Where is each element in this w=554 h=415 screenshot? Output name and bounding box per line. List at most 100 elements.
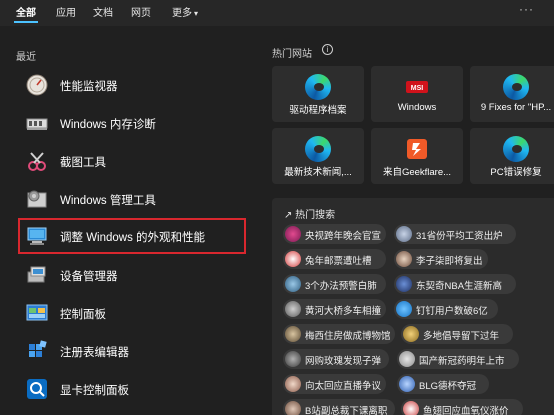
top-sites-title: 热门网站 <box>272 49 312 60</box>
site-name: 最新技术新闻,... <box>284 167 352 178</box>
edge-icon <box>305 74 331 100</box>
info-icon[interactable]: i <box>322 44 333 55</box>
tab-more[interactable]: 更多 ▾ <box>172 4 198 19</box>
hot-search-chip[interactable]: 央视跨年晚会官宣 <box>283 224 386 244</box>
site-tile[interactable]: 最新技术新闻,... <box>272 128 364 184</box>
edge-icon <box>305 136 331 162</box>
hot-search-chip[interactable]: 31省份平均工资出炉 <box>394 224 516 244</box>
hot-search-chip[interactable]: 国产新冠药明年上市 <box>397 349 519 369</box>
app-item-control-panel[interactable]: 控制面板 <box>18 296 246 330</box>
hot-thumb-icon <box>285 351 301 367</box>
app-label: 截图工具 <box>60 157 106 169</box>
hot-search-chip[interactable]: B站副总裁下课离职 <box>283 399 395 415</box>
hot-search-text: 黄河大桥多车相撞 <box>305 306 382 317</box>
app-label: Windows 管理工具 <box>60 195 156 207</box>
msi-logo-icon: MSI <box>406 81 428 93</box>
app-item-admin-tools[interactable]: Windows 管理工具 <box>18 182 246 216</box>
hot-search-text: 钉钉用户数破6亿 <box>416 306 488 317</box>
app-label: 调整 Windows 的外观和性能 <box>60 232 206 244</box>
hot-search-chip[interactable]: 梅西住房做成博物馆 <box>283 324 395 344</box>
hot-search-text: B站副总裁下课离职 <box>305 406 388 415</box>
hot-search-chip[interactable]: 黄河大桥多车相撞 <box>283 299 386 319</box>
site-tile[interactable]: PC错误修复 <box>470 128 554 184</box>
hot-thumb-icon <box>285 301 301 317</box>
performance-options-icon <box>27 227 47 245</box>
hot-search-text: 央视跨年晚会官宣 <box>305 231 382 242</box>
site-name: Windows <box>397 102 437 113</box>
hot-search-chip[interactable]: BLG德杯夺冠 <box>397 374 489 394</box>
app-item-performance-monitor[interactable]: 性能监视器 <box>18 68 246 102</box>
hot-thumb-icon <box>399 376 415 392</box>
hot-search-chip[interactable]: 东契奇NBA生涯新高 <box>394 274 516 294</box>
hot-thumb-icon <box>285 226 301 242</box>
hot-search-chip[interactable]: 李子柒即将复出 <box>394 249 488 269</box>
site-name: PC错误修复 <box>490 167 542 178</box>
hot-search-title: 热门搜索 <box>295 210 336 221</box>
hot-thumb-icon <box>396 276 412 292</box>
hot-thumb-icon <box>399 351 415 367</box>
app-item-snipping-tool[interactable]: 截图工具 <box>18 144 246 178</box>
site-tile[interactable]: 驱动程序档案 <box>272 66 364 122</box>
app-item-registry-editor[interactable]: 注册表编辑器 <box>18 334 246 368</box>
hot-search-text: 东契奇NBA生涯新高 <box>416 281 503 292</box>
trending-arrow-icon: ↗ <box>284 210 293 221</box>
hot-search-text: 31省份平均工资出炉 <box>416 231 503 242</box>
hot-search-text: 3个办法预警白肺 <box>305 281 377 292</box>
hot-search-chip[interactable]: 3个办法预警白肺 <box>283 274 386 294</box>
site-tile[interactable]: 来自Geekflare... <box>371 128 463 184</box>
hot-search-chip[interactable]: 网购玫瑰发现子弹 <box>283 349 389 369</box>
app-item-performance-options[interactable]: 调整 Windows 的外观和性能 <box>18 218 246 254</box>
hot-thumb-icon <box>396 251 412 267</box>
registry-editor-icon <box>29 340 47 357</box>
hot-search-chip[interactable]: 钉钉用户数破6亿 <box>394 299 498 319</box>
hot-search-chip[interactable]: 向太回应直播争议 <box>283 374 386 394</box>
tab-web[interactable]: 网页 <box>131 4 151 19</box>
hot-thumb-icon <box>285 251 301 267</box>
hot-search-chip[interactable]: 兔年邮票遭吐槽 <box>283 249 386 269</box>
performance-monitor-icon <box>26 74 48 96</box>
hot-search-chip[interactable]: 鱼翅回应血氧仪涨价 <box>401 399 523 415</box>
hot-thumb-icon <box>285 326 301 342</box>
tab-all[interactable]: 全部 <box>16 4 36 19</box>
more-options-icon[interactable]: ··· <box>519 2 534 16</box>
hot-thumb-icon <box>285 276 301 292</box>
edge-icon <box>503 74 529 100</box>
hot-search-text: 兔年邮票遭吐槽 <box>305 256 372 267</box>
recent-title: 最近 <box>16 52 36 63</box>
edge-icon <box>503 136 529 162</box>
app-label: Windows 内存诊断 <box>60 119 156 131</box>
hot-search-text: 向太回应直播争议 <box>305 381 382 392</box>
hot-search-text: BLG德杯夺冠 <box>419 381 477 392</box>
site-name: 驱动程序档案 <box>289 105 347 116</box>
memory-diagnostic-icon <box>26 118 48 130</box>
tab-documents[interactable]: 文档 <box>93 4 113 19</box>
active-tab-indicator <box>14 21 38 23</box>
hot-search-text: 多地倡导留下过年 <box>423 331 500 342</box>
admin-tools-icon <box>27 190 47 208</box>
device-manager-icon <box>27 266 46 283</box>
app-label: 性能监视器 <box>60 81 118 93</box>
app-label: 显卡控制面板 <box>60 385 129 397</box>
site-name: 来自Geekflare... <box>382 167 452 178</box>
hot-thumb-icon <box>396 301 412 317</box>
hot-search-chip[interactable]: 多地倡导留下过年 <box>401 324 513 344</box>
app-item-graphics-control-panel[interactable]: 显卡控制面板 <box>18 372 246 406</box>
site-name: 9 Fixes for "HP... <box>480 102 552 113</box>
hot-search-header: ↗ 热门搜索 <box>284 206 335 221</box>
geekflare-icon <box>407 139 427 159</box>
app-item-memory-diagnostic[interactable]: Windows 内存诊断 <box>18 106 246 140</box>
tab-apps[interactable]: 应用 <box>56 4 76 19</box>
site-tile[interactable]: MSI Windows <box>371 66 463 122</box>
hot-thumb-icon <box>285 401 301 415</box>
graphics-control-panel-icon <box>27 379 47 399</box>
hot-search-text: 网购玫瑰发现子弹 <box>305 356 382 367</box>
hot-thumb-icon <box>396 226 412 242</box>
site-tile[interactable]: 9 Fixes for "HP... <box>470 66 554 122</box>
control-panel-icon <box>26 304 48 321</box>
hot-thumb-icon <box>285 376 301 392</box>
tab-more-label: 更多 <box>172 8 192 19</box>
hot-search-text: 李子柒即将复出 <box>416 256 483 267</box>
search-tabs-bar: 全部 应用 文档 网页 更多 ▾ ··· <box>0 0 554 26</box>
app-item-device-manager[interactable]: 设备管理器 <box>18 258 246 292</box>
snipping-tool-icon <box>28 152 46 171</box>
